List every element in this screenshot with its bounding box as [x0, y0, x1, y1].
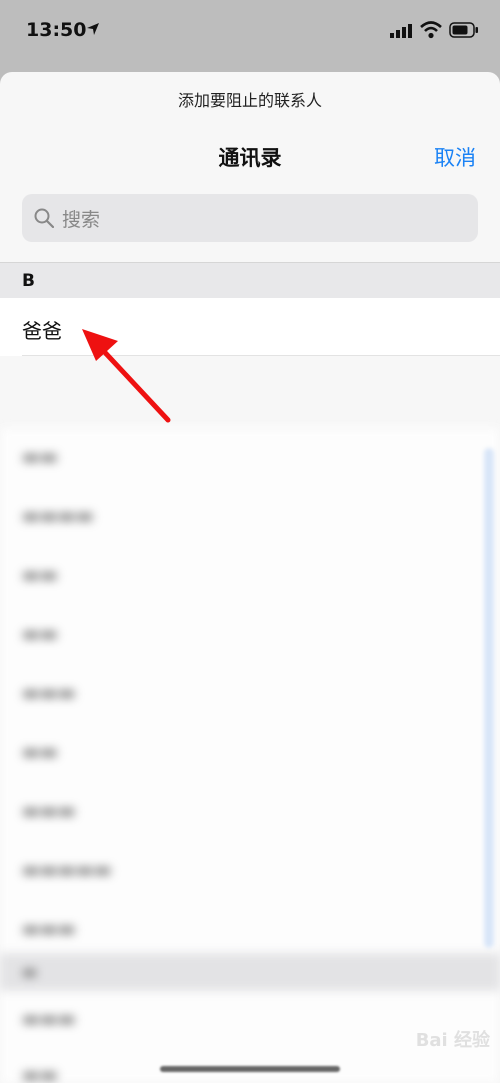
blurred-row: ▬▬▬	[22, 1008, 76, 1030]
contact-list[interactable]: B 爸爸 ▬▬ ▬▬▬▬ ▬▬ ▬▬ ▬▬▬ ▬▬ ▬▬▬ ▬▬▬▬▬ ▬▬▬ …	[0, 262, 500, 1083]
cancel-button[interactable]: 取消	[434, 142, 476, 172]
blurred-row: ▬▬	[22, 1064, 58, 1083]
status-time: 13:50	[26, 19, 87, 41]
blurred-row: ▬▬▬▬	[22, 505, 94, 527]
blurred-row: ▬▬	[22, 623, 58, 645]
search-input[interactable]: 搜索	[22, 194, 478, 242]
blurred-section-header: ▬	[0, 953, 500, 991]
search-placeholder: 搜索	[62, 208, 101, 231]
page-title: 通讯录	[218, 146, 282, 170]
blurred-row: ▬▬▬	[22, 918, 76, 940]
blurred-row: ▬▬	[22, 564, 58, 586]
cellular-signal-icon	[390, 24, 412, 38]
sheet-prompt: 添加要阻止的联系人	[177, 91, 322, 110]
blurred-row: ▬▬	[22, 741, 58, 763]
blurred-contacts: ▬▬ ▬▬▬▬ ▬▬ ▬▬ ▬▬▬ ▬▬ ▬▬▬ ▬▬▬▬▬ ▬▬▬ ▬ ▬▬▬…	[0, 428, 500, 1083]
location-arrow-icon	[87, 23, 99, 35]
blurred-row: ▬▬	[22, 446, 58, 468]
blurred-section-letter: ▬	[22, 962, 38, 981]
search-icon	[34, 208, 54, 228]
section-letter: B	[22, 271, 35, 291]
section-header: B	[0, 262, 500, 299]
section-index-bar[interactable]	[484, 448, 494, 948]
home-indicator	[160, 1066, 340, 1072]
battery-icon	[449, 22, 478, 38]
blurred-row: ▬▬▬	[22, 682, 76, 704]
blurred-row: ▬▬▬▬▬	[22, 859, 112, 881]
wifi-icon	[420, 21, 442, 39]
blurred-row: ▬▬▬	[22, 800, 76, 822]
contact-name: 爸爸	[22, 319, 62, 343]
status-bar: 13:50	[0, 0, 500, 64]
contacts-sheet: 添加要阻止的联系人 通讯录 取消 搜索 B 爸爸 ▬▬ ▬▬▬▬ ▬▬ ▬▬ ▬…	[0, 72, 500, 1083]
annotation-arrow-icon	[82, 329, 171, 423]
contact-row[interactable]: 爸爸	[0, 298, 500, 356]
watermark: Bai 经验	[415, 1030, 490, 1051]
